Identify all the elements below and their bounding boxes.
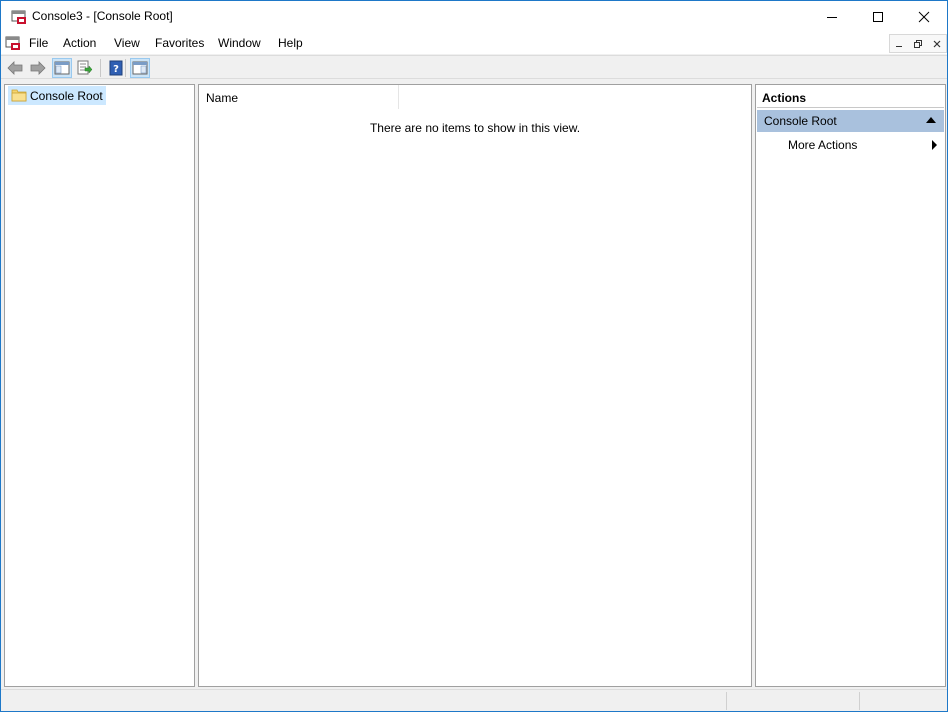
close-button[interactable] [901,1,947,32]
export-list-button[interactable] [75,58,95,78]
actions-group-label: Console Root [764,114,837,128]
show-hide-console-tree-icon [54,61,70,75]
minimize-icon [896,45,903,47]
close-icon [933,40,941,47]
tree-item-console-root[interactable]: Console Root [8,86,106,105]
menu-favorites[interactable]: Favorites [155,36,204,50]
folder-icon [11,89,27,102]
toolbar-separator [125,59,126,77]
forward-button[interactable] [28,58,48,78]
maximize-button[interactable] [855,1,901,32]
help-button[interactable]: ? [106,58,126,78]
column-header-label: Name [206,91,239,105]
menu-file[interactable]: File [29,36,48,50]
toolbar-separator [100,59,101,77]
show-hide-console-tree-button[interactable] [52,58,72,78]
menu-window[interactable]: Window [218,36,261,50]
child-restore-button[interactable] [909,35,928,52]
minimize-button[interactable] [809,1,855,32]
toolbar: ? [1,55,947,79]
back-arrow-icon [7,61,23,75]
mmc-window: Console3 - [Console Root] File Action Vi… [0,0,948,712]
restore-icon [914,39,922,48]
forward-arrow-icon [30,61,46,75]
maximize-icon [873,11,883,22]
menu-help[interactable]: Help [278,36,303,50]
console-tree-pane: Console Root [4,84,195,687]
export-list-icon [77,60,93,75]
back-button[interactable] [5,58,25,78]
child-close-button[interactable] [927,35,946,52]
collapse-up-arrow-icon[interactable] [926,117,936,123]
actions-title: Actions [762,91,807,105]
actions-group-console-root[interactable]: Console Root [757,110,944,132]
show-hide-action-pane-button[interactable] [130,58,150,78]
child-minimize-button[interactable] [890,35,909,52]
window-title: Console3 - [Console Root] [32,9,173,23]
help-icon: ? [109,60,123,76]
menu-view[interactable]: View [114,36,140,50]
svg-text:?: ? [113,64,119,75]
menu-action[interactable]: Action [63,36,96,50]
column-header-name[interactable]: Name [199,85,399,109]
status-bar [1,689,947,711]
menu-bar: File Action View Favorites Window Help [1,32,947,54]
empty-view-message: There are no items to show in this view. [369,121,581,135]
show-hide-action-pane-icon [132,61,148,75]
results-pane: Name There are no items to show in this … [198,84,752,687]
title-bar[interactable]: Console3 - [Console Root] [1,1,947,32]
status-separator [859,692,860,710]
child-window-controls [889,34,947,53]
submenu-arrow-icon [932,140,937,150]
close-icon [918,11,930,22]
status-separator [726,692,727,710]
minimize-icon [827,16,837,18]
actions-header: Actions [757,86,944,108]
mmc-app-icon [11,10,26,24]
tree-item-label: Console Root [30,88,103,103]
actions-pane: Actions Console Root More Actions [755,84,946,687]
action-more-actions[interactable]: More Actions [757,134,944,156]
action-label: More Actions [788,138,858,152]
console-control-menu-icon[interactable] [5,35,21,51]
